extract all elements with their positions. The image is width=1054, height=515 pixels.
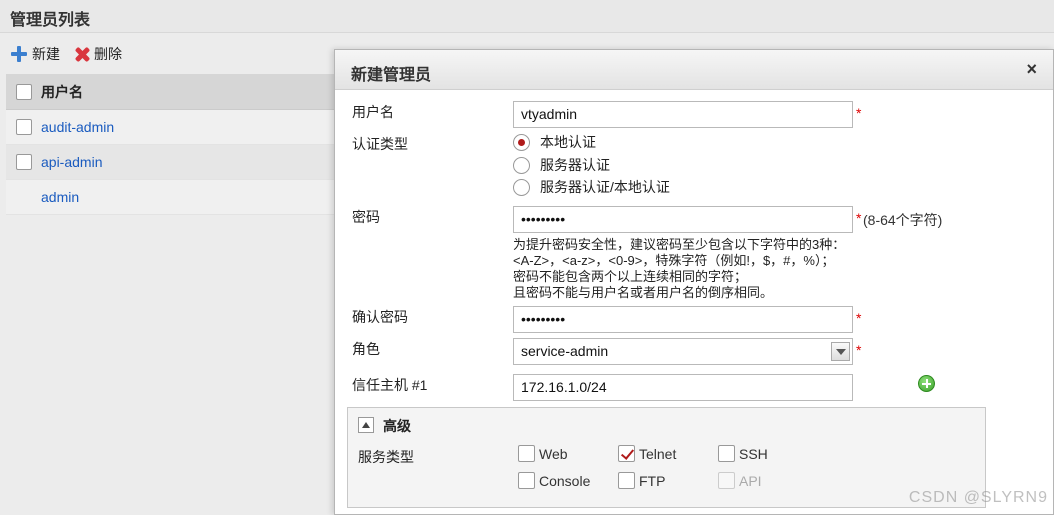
service-name: Console <box>539 472 591 489</box>
table-row[interactable]: api-admin <box>6 145 334 180</box>
service-ssh[interactable]: SSH <box>718 445 768 462</box>
advanced-title: 高级 <box>383 418 411 434</box>
page-title: 管理员列表 <box>10 12 91 29</box>
grid-header: 用户名 <box>6 74 334 110</box>
auth-option-label: 服务器认证/本地认证 <box>540 179 670 195</box>
service-name: API <box>739 472 762 489</box>
hint-line: 且密码不能与用户名或者用户名的倒序相同。 <box>513 285 774 300</box>
confirm-password-label: 确认密码 <box>352 309 408 325</box>
radio-icon[interactable] <box>513 178 530 196</box>
required-mark: * <box>856 105 862 121</box>
advanced-section: 高级 服务类型 Web Telnet SSH Console FTP API <box>347 407 986 508</box>
required-mark: * <box>856 210 862 226</box>
service-type-label: 服务类型 <box>358 449 414 465</box>
service-ftp[interactable]: FTP <box>618 472 665 489</box>
toolbar: 新建 删除 <box>10 44 122 64</box>
service-name: Telnet <box>639 445 677 462</box>
list-header-bar: 管理员列表 <box>0 0 1054 33</box>
service-console[interactable]: Console <box>518 472 590 489</box>
trusted-host-input[interactable]: 172.16.1.0/24 <box>513 374 853 401</box>
auth-radio-local[interactable]: 本地认证 <box>513 132 596 152</box>
username-input[interactable]: vtyadmin <box>513 101 853 128</box>
delete-icon <box>74 46 90 62</box>
username-link[interactable]: audit-admin <box>41 119 114 135</box>
radio-icon[interactable] <box>513 156 530 174</box>
username-link[interactable]: api-admin <box>41 154 102 170</box>
username-link[interactable]: admin <box>41 189 79 205</box>
password-length-hint: (8-64个字符) <box>863 212 943 228</box>
web-checkbox[interactable] <box>518 445 535 462</box>
ssh-checkbox[interactable] <box>718 445 735 462</box>
admin-grid: 用户名 audit-admin api-admin admin <box>6 74 334 215</box>
auth-radio-server-local[interactable]: 服务器认证/本地认证 <box>513 177 670 197</box>
confirm-password-input[interactable]: ••••••••• <box>513 306 853 333</box>
service-telnet[interactable]: Telnet <box>618 445 676 462</box>
new-button-label: 新建 <box>32 46 60 62</box>
new-admin-dialog: 新建管理员 × 用户名 vtyadmin * 认证类型 本地认证 服务器认证 服… <box>334 49 1054 515</box>
service-web[interactable]: Web <box>518 445 568 462</box>
plus-icon <box>10 45 28 63</box>
row-checkbox[interactable] <box>16 154 32 170</box>
auth-option-label: 服务器认证 <box>540 157 610 173</box>
required-mark: * <box>856 310 862 326</box>
close-icon[interactable]: × <box>1026 59 1037 80</box>
service-name: Web <box>539 445 568 462</box>
service-api: API <box>718 472 762 489</box>
column-username: 用户名 <box>41 83 83 100</box>
telnet-checkbox[interactable] <box>618 445 635 462</box>
password-label: 密码 <box>352 209 380 225</box>
password-input[interactable]: ••••••••• <box>513 206 853 233</box>
required-mark: * <box>856 342 862 358</box>
row-checkbox[interactable] <box>16 119 32 135</box>
hint-line: 密码不能包含两个以上连续相同的字符； <box>513 269 748 284</box>
service-name: FTP <box>639 472 666 489</box>
dialog-title: 新建管理员 <box>351 67 432 84</box>
role-select-value: service-admin <box>521 343 609 359</box>
role-label: 角色 <box>352 341 380 357</box>
ftp-checkbox[interactable] <box>618 472 635 489</box>
password-policy-hint: 为提升密码安全性，建议密码至少包含以下字符中的3种： <A-Z>，<a-z>，<… <box>513 237 845 301</box>
table-row[interactable]: admin <box>6 180 334 215</box>
auth-radio-server[interactable]: 服务器认证 <box>513 155 610 175</box>
new-button[interactable]: 新建 <box>10 44 60 64</box>
role-select[interactable]: service-admin <box>513 338 853 365</box>
delete-button[interactable]: 删除 <box>74 44 122 64</box>
collapse-icon[interactable] <box>358 417 374 433</box>
hint-line: 为提升密码安全性，建议密码至少包含以下字符中的3种： <box>513 237 846 252</box>
radio-checked-icon[interactable] <box>513 133 530 151</box>
auth-option-label: 本地认证 <box>540 134 596 150</box>
api-checkbox <box>718 472 735 489</box>
watermark: CSDN @SLYRN9 <box>908 489 1048 506</box>
table-row[interactable]: audit-admin <box>6 110 334 145</box>
console-checkbox[interactable] <box>518 472 535 489</box>
service-name: SSH <box>739 445 768 462</box>
add-host-icon[interactable] <box>918 375 935 392</box>
auth-type-label: 认证类型 <box>352 136 408 152</box>
chevron-down-icon[interactable] <box>831 342 850 361</box>
hint-line: <A-Z>，<a-z>，<0-9>，特殊字符（例如!，$，#，%）； <box>513 253 835 268</box>
trusted-host-label: 信任主机 #1 <box>352 377 428 393</box>
delete-button-label: 删除 <box>94 46 122 62</box>
username-label: 用户名 <box>352 104 394 120</box>
select-all-checkbox[interactable] <box>16 83 32 100</box>
dialog-header: 新建管理员 × <box>335 50 1053 90</box>
